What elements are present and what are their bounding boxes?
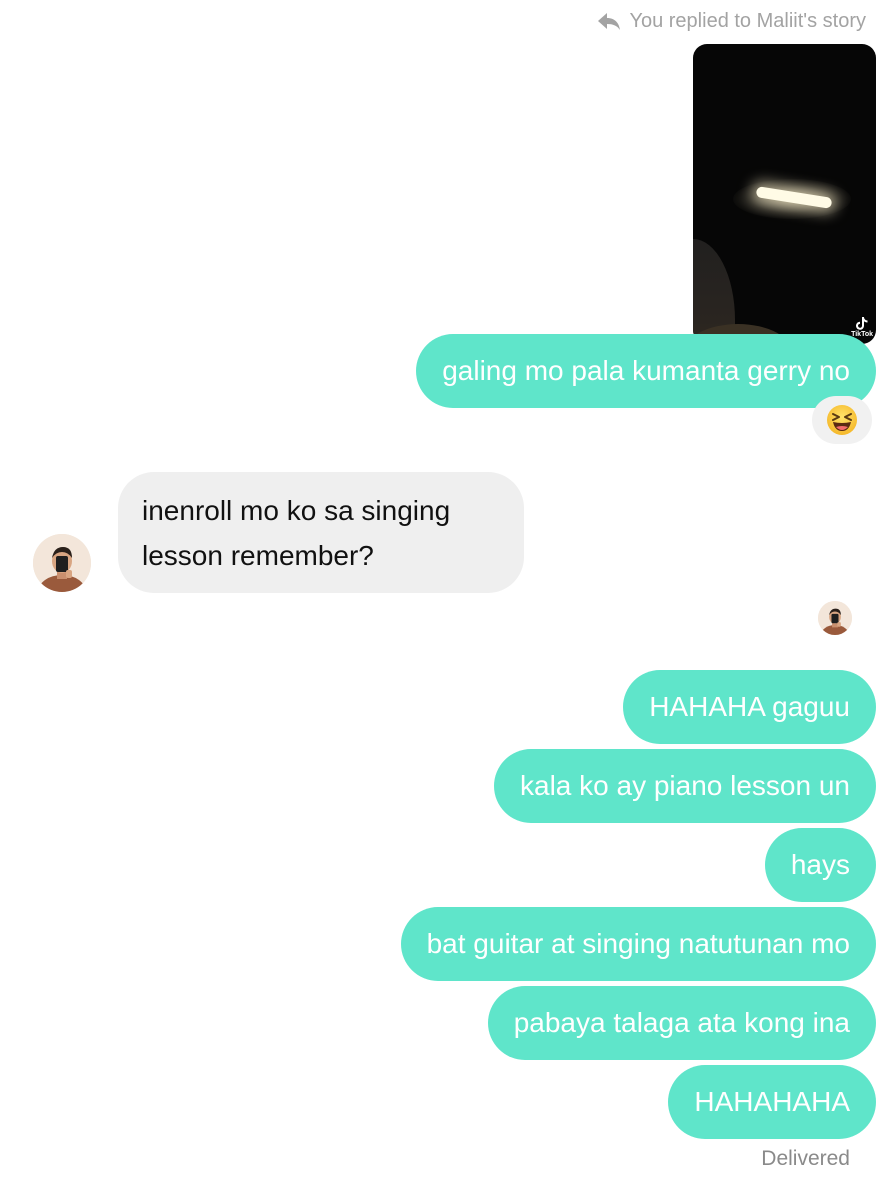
message-text: HAHAHAHA [694,1086,850,1117]
seen-indicator-avatar [818,601,852,635]
message-text: pabaya talaga ata kong ina [513,1007,850,1038]
delivery-status: Delivered [761,1147,850,1170]
sent-message-bubble[interactable]: galing mo pala kumanta gerry no [416,334,876,408]
message-text: bat guitar at singing natutunan mo [426,928,850,959]
sent-message-bubble[interactable]: kala ko ay piano lesson un [494,749,876,823]
laughing-face-emoji-icon [826,404,858,436]
reply-arrow-icon [597,11,621,31]
contact-avatar[interactable] [33,534,91,592]
message-text: hays [790,849,850,880]
received-message-bubble[interactable]: inenroll mo ko sa singing lesson remembe… [118,472,524,593]
story-reply-header: You replied to Maliit's story [597,8,866,34]
message-text: inenroll mo ko sa singing lesson remembe… [142,495,451,571]
story-reply-text: You replied to Maliit's story [629,9,866,32]
message-text: galing mo pala kumanta gerry no [442,355,850,386]
sent-message-bubble[interactable]: hays [764,828,876,902]
sent-message-bubble[interactable]: HAHAHA gaguu [623,670,876,744]
story-preview-thumbnail[interactable]: TikTok [693,44,876,344]
message-text: HAHAHA gaguu [649,691,850,722]
tiktok-watermark: TikTok [851,317,873,338]
message-reaction[interactable] [812,396,872,444]
sent-message-bubble[interactable]: pabaya talaga ata kong ina [487,986,876,1060]
sent-message-bubble[interactable]: HAHAHAHA [668,1065,876,1139]
sent-message-bubble[interactable]: bat guitar at singing natutunan mo [400,907,876,981]
message-text: kala ko ay piano lesson un [520,770,850,801]
tiktok-logo-icon [856,317,868,331]
